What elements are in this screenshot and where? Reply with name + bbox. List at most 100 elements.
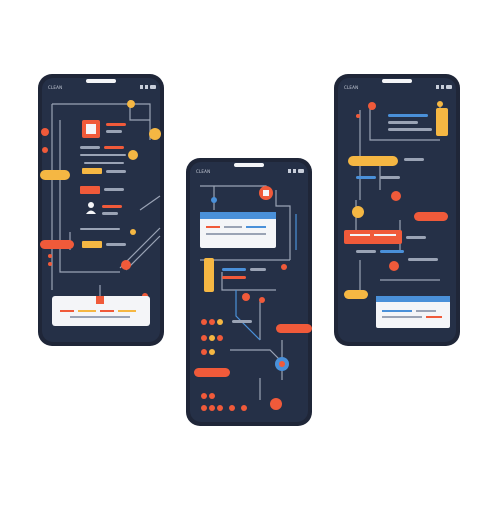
battery-icon	[298, 169, 304, 173]
node-dot	[41, 128, 49, 136]
text-line	[106, 130, 122, 133]
text-line	[404, 158, 424, 161]
card-line	[426, 316, 442, 318]
node-dot	[42, 147, 48, 153]
node-dot	[389, 261, 399, 271]
node-dot	[211, 197, 217, 203]
status-time: CLEAN	[48, 85, 62, 90]
vertical-tag	[436, 108, 448, 136]
card-line	[206, 233, 266, 235]
illustration-stage: CLEAN CLEAN CLEAN	[0, 0, 500, 500]
signal-icon	[436, 85, 439, 89]
node-dot	[48, 254, 52, 258]
status-time: CLEAN	[344, 85, 358, 90]
card-line	[416, 310, 436, 312]
node-dot-inner	[279, 361, 285, 367]
status-icons	[288, 169, 304, 173]
vertical-tag	[204, 258, 214, 292]
battery-icon	[150, 85, 156, 89]
text-line	[106, 170, 126, 173]
card-line	[60, 310, 74, 312]
card-line	[100, 310, 114, 312]
node-dot	[121, 260, 131, 270]
status-icons	[436, 85, 452, 89]
text-line	[106, 123, 126, 126]
node-dot	[259, 297, 265, 303]
wifi-icon	[293, 169, 296, 173]
node-dot	[356, 114, 360, 118]
text-line	[406, 236, 426, 239]
node-dot	[48, 262, 52, 266]
node-dot	[352, 206, 364, 218]
phone-notch	[86, 79, 116, 83]
node-dot	[437, 101, 443, 107]
text-line	[232, 320, 252, 323]
battery-icon	[446, 85, 452, 89]
text-line	[84, 162, 124, 164]
node-dot	[128, 150, 138, 160]
card-line	[78, 310, 96, 312]
card-line	[382, 316, 422, 318]
phone-middle: CLEAN	[186, 158, 312, 426]
block-line	[374, 234, 396, 236]
node-dot	[149, 128, 161, 140]
wifi-icon	[441, 85, 444, 89]
highlight-pill[interactable]	[40, 170, 70, 180]
text-line	[356, 176, 376, 179]
card-line	[70, 316, 130, 318]
card-line	[382, 310, 412, 312]
text-line	[80, 146, 100, 149]
node-dot	[368, 102, 376, 110]
phone-notch	[382, 79, 412, 83]
status-icons	[140, 85, 156, 89]
signal-icon	[140, 85, 143, 89]
block-line	[350, 234, 370, 236]
signal-icon	[288, 169, 291, 173]
text-line	[102, 205, 122, 208]
highlight-block[interactable]	[344, 230, 402, 244]
node-dot	[242, 293, 250, 301]
text-line	[222, 276, 246, 279]
card-line	[206, 226, 220, 228]
text-line	[102, 212, 118, 215]
card-line	[118, 310, 136, 312]
phone-right: CLEAN	[334, 74, 460, 346]
text-line	[222, 268, 246, 271]
text-line	[104, 146, 124, 149]
text-line	[380, 176, 400, 179]
highlight-pill[interactable]	[348, 156, 398, 166]
status-time: CLEAN	[196, 169, 210, 174]
three-phones-illustration: CLEAN CLEAN CLEAN	[38, 74, 460, 426]
action-pill[interactable]	[194, 368, 230, 377]
text-line	[250, 268, 266, 271]
text-line	[80, 228, 120, 230]
text-line	[104, 188, 124, 191]
card-badge	[96, 296, 104, 304]
card-header	[376, 296, 450, 302]
action-pill[interactable]	[40, 240, 74, 249]
text-line	[388, 121, 418, 124]
text-line	[388, 128, 432, 131]
phone-left: CLEAN	[38, 74, 164, 346]
text-line	[106, 243, 126, 246]
node-dot	[130, 229, 136, 235]
text-line	[80, 154, 126, 156]
text-line	[408, 258, 438, 261]
highlight-pill[interactable]	[344, 290, 368, 299]
tag	[82, 168, 102, 174]
node-dot	[270, 398, 282, 410]
text-line	[356, 250, 376, 253]
dialog-header	[200, 212, 276, 219]
node-dot	[391, 191, 401, 201]
node-dot	[127, 100, 135, 108]
node-icon	[263, 190, 269, 196]
avatar-inner	[86, 124, 96, 134]
action-pill[interactable]	[276, 324, 312, 333]
action-pill[interactable]	[414, 212, 448, 221]
wifi-icon	[145, 85, 148, 89]
card-line	[246, 226, 266, 228]
tag	[82, 241, 102, 248]
tag	[80, 186, 100, 194]
text-line	[388, 114, 428, 117]
phone-notch	[234, 163, 264, 167]
